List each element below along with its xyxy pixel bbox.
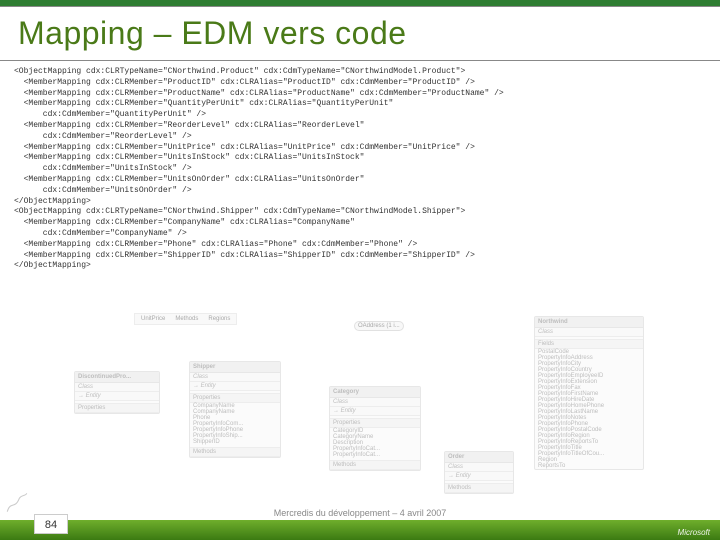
class-base: → Entity [330, 407, 420, 416]
field-row: PropertyInfoCountry [535, 367, 643, 373]
class-base: → Entity [190, 382, 280, 391]
slide-content: <ObjectMapping cdx:CLRTypeName="CNorthwi… [0, 61, 720, 501]
section-methods: Methods [190, 447, 280, 457]
class-box-northwind: Northwind Class Fields PostalCodePropert… [534, 316, 644, 470]
field-row: PropertyInfoFax [535, 385, 643, 391]
class-kind: Class [445, 463, 513, 472]
property-row: CategoryName [330, 434, 420, 440]
class-base: → Entity [75, 392, 159, 401]
class-title: Category [330, 387, 420, 398]
class-kind: Class [330, 398, 420, 407]
field-row: PropertyInfoReportsTo [535, 439, 643, 445]
field-row: PropertyInfoTitleOfCou... [535, 451, 643, 457]
class-box-shipper: Shipper Class → Entity Properties Compan… [189, 361, 281, 458]
field-row: ReportsTo [535, 463, 643, 469]
property-row: Description [330, 440, 420, 446]
section-properties: Properties [190, 393, 280, 403]
microsoft-logo: Microsoft [678, 528, 710, 537]
class-box-order: Order Class → Entity Methods [444, 451, 514, 494]
property-row: CategoryID [330, 428, 420, 434]
class-title: Shipper [190, 362, 280, 373]
property-row: PropertyInfoShip... [190, 433, 280, 439]
section-methods: Methods [330, 460, 420, 470]
section-methods: Methods [445, 483, 513, 493]
class-title: Northwind [535, 317, 643, 328]
class-kind: Class [75, 383, 159, 392]
toolbar-item: UnitPrice [139, 316, 167, 322]
toolbar-item: Regions [206, 316, 232, 322]
property-row: Phone [190, 415, 280, 421]
xml-code-block: <ObjectMapping cdx:CLRTypeName="CNorthwi… [14, 67, 706, 272]
designer-toolbar: UnitPrice Methods Regions [134, 313, 237, 325]
field-row: PropertyInfoLastName [535, 409, 643, 415]
section-properties: Properties [75, 403, 159, 413]
property-row: PropertyInfoPhone [190, 427, 280, 433]
field-row: PropertyInfoAddress [535, 355, 643, 361]
property-row: PropertyInfoCat... [330, 446, 420, 452]
field-row: PropertyInfoPostalCode [535, 427, 643, 433]
page-number: 84 [34, 514, 68, 534]
field-row: PropertyInfoNotes [535, 415, 643, 421]
lollipop-interface: OAddress (1 i... [354, 321, 404, 331]
field-row: PropertyInfoPhone [535, 421, 643, 427]
class-title: Order [445, 452, 513, 463]
section-fields: Fields [535, 339, 643, 349]
field-row: PropertyInfoEmployeeID [535, 373, 643, 379]
class-title: DiscontinuedPro... [75, 372, 159, 383]
property-row: PropertyInfoCat... [330, 452, 420, 458]
class-kind: Class [190, 373, 280, 382]
field-row: PropertyInfoHomePhone [535, 403, 643, 409]
property-row: PropertyInfoCom... [190, 421, 280, 427]
footer-green-bar [0, 520, 720, 540]
section-properties: Properties [330, 418, 420, 428]
field-row: PropertyInfoRegion [535, 433, 643, 439]
field-row: PostalCode [535, 349, 643, 355]
toolbar-item: Methods [173, 316, 200, 322]
field-row: Region [535, 457, 643, 463]
field-row: PropertyInfoCity [535, 361, 643, 367]
field-row: PropertyInfoTitle [535, 445, 643, 451]
slide-title: Mapping – EDM vers code [18, 15, 702, 52]
property-row: CompanyName [190, 403, 280, 409]
class-box-discontinuedproduct: DiscontinuedPro... Class → Entity Proper… [74, 371, 160, 414]
class-box-category: Category Class → Entity Properties Categ… [329, 386, 421, 471]
field-row: PropertyInfoExtension [535, 379, 643, 385]
decorative-squiggle [4, 490, 30, 516]
field-row: PropertyInfoHireDate [535, 397, 643, 403]
property-row: CompanyName [190, 409, 280, 415]
footer-caption: Mercredis du développement – 4 avril 200… [274, 508, 447, 518]
title-bar: Mapping – EDM vers code [0, 6, 720, 61]
slide-footer: Mercredis du développement – 4 avril 200… [0, 494, 720, 540]
class-kind: Class [535, 328, 643, 337]
class-base: → Entity [445, 472, 513, 481]
field-row: PropertyInfoFirstName [535, 391, 643, 397]
property-row: ShipperID [190, 439, 280, 445]
